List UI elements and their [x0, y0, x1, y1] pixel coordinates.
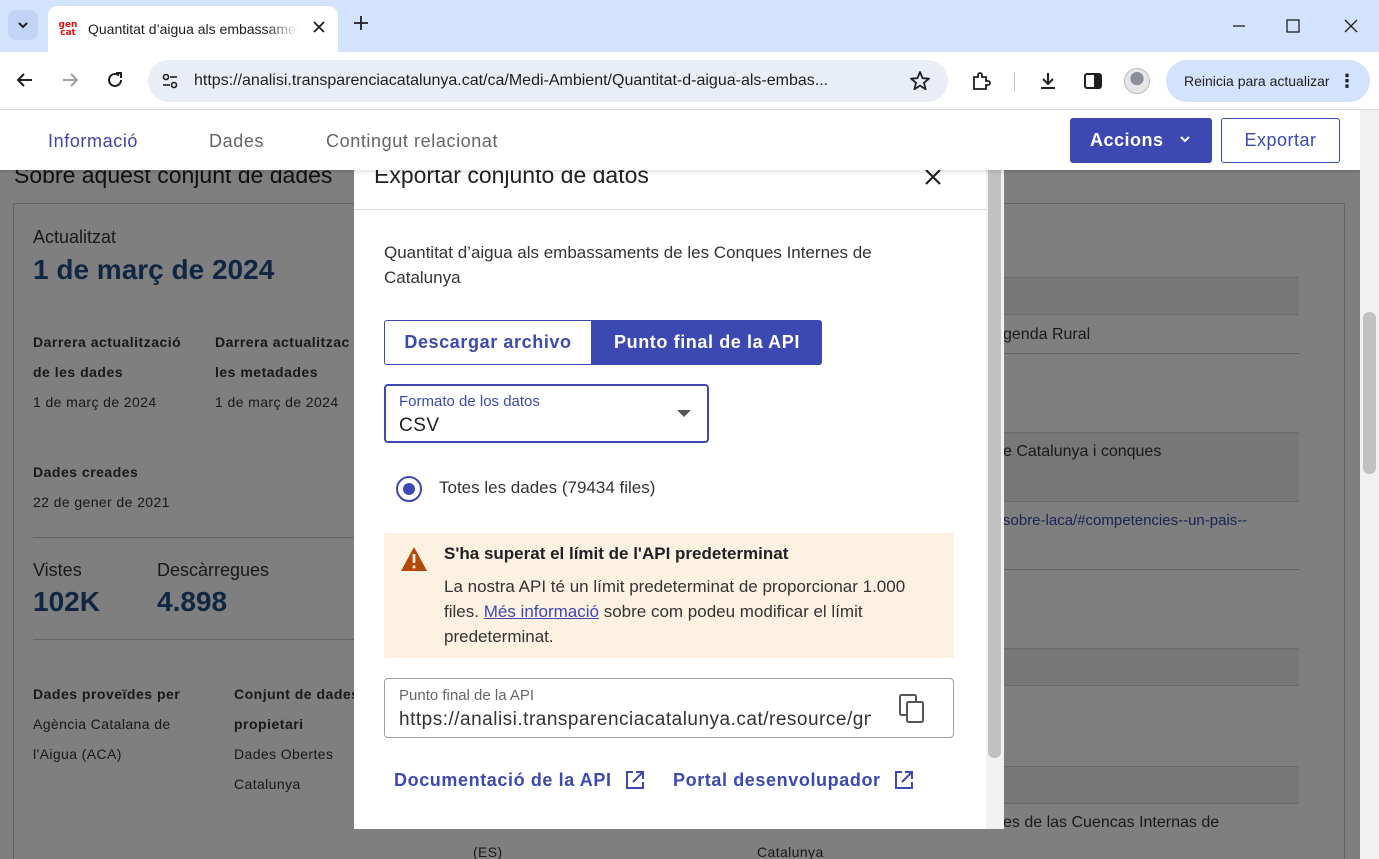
- api-endpoint-field[interactable]: Punto final de la API https://analisi.tr…: [384, 678, 954, 738]
- download-icon[interactable]: [1035, 68, 1061, 94]
- format-select[interactable]: Formato de los datos CSV: [384, 384, 709, 443]
- actions-button[interactable]: Accions: [1070, 118, 1212, 163]
- forward-icon: [63, 73, 79, 87]
- all-data-radio[interactable]: [396, 476, 422, 502]
- maximize-button[interactable]: [1278, 12, 1308, 40]
- browser-toolbar: https://analisi.transparenciacatalunya.c…: [0, 52, 1379, 110]
- extensions-icon[interactable]: [968, 68, 994, 94]
- update-label: Reinicia para actualizar: [1184, 73, 1330, 89]
- actions-label: Accions: [1090, 130, 1164, 150]
- chevron-down-icon: [18, 22, 28, 29]
- warning-title: S'ha superat el límit de l'API predeterm…: [444, 544, 789, 563]
- new-tab-button[interactable]: [352, 12, 370, 38]
- tab-title: Quantitat d’aigua als embassaments de le…: [88, 21, 298, 37]
- warning-icon: [401, 547, 427, 571]
- maximize-icon: [1286, 19, 1300, 33]
- toolbar-separator: [1014, 72, 1015, 92]
- page-viewport: Informació Dades Contingut relacionat Ac…: [0, 110, 1360, 859]
- close-icon: [313, 21, 325, 33]
- developer-portal-label: Portal desenvolupador: [673, 769, 881, 790]
- gencat-favicon-icon: gen cat: [58, 20, 78, 38]
- tab-search-button[interactable]: [8, 10, 38, 40]
- minimize-icon: [1233, 25, 1245, 27]
- reload-icon: [108, 72, 122, 87]
- format-value: CSV: [399, 415, 440, 436]
- format-label: Formato de los datos: [399, 393, 540, 410]
- site-settings-icon[interactable]: [160, 71, 180, 91]
- warning-body: La nostra API té un límit predeterminat …: [444, 574, 934, 649]
- address-bar[interactable]: https://analisi.transparenciacatalunya.c…: [148, 60, 948, 102]
- browser-tab[interactable]: gen cat Quantitat d’aigua als embassamen…: [48, 6, 338, 52]
- api-endpoint-label: Punto final de la API: [399, 687, 535, 704]
- sidepanel-icon[interactable]: [1080, 68, 1106, 94]
- update-browser-button[interactable]: Reinicia para actualizar ⋮: [1166, 60, 1370, 102]
- minimize-button[interactable]: [1224, 12, 1254, 40]
- chevron-down-icon: [1180, 136, 1190, 143]
- page-scrollbar-track[interactable]: [1360, 110, 1379, 859]
- tab-download-file[interactable]: Descargar archivo: [384, 320, 592, 365]
- copy-icon[interactable]: [897, 693, 927, 725]
- profile-avatar[interactable]: [1124, 68, 1150, 94]
- browser-tabbar: gen cat Quantitat d’aigua als embassamen…: [0, 0, 1379, 52]
- export-button[interactable]: Exportar: [1221, 118, 1340, 163]
- api-docs-link[interactable]: Documentació de la API: [394, 769, 646, 791]
- favicon-text-bottom: cat: [60, 28, 76, 38]
- api-endpoint-value[interactable]: https://analisi.transparenciacatalunya.c…: [399, 709, 871, 731]
- api-docs-label: Documentació de la API: [394, 769, 612, 790]
- page-scrollbar-thumb[interactable]: [1363, 312, 1376, 474]
- reload-button[interactable]: [102, 66, 128, 94]
- more-info-link[interactable]: Més informació: [484, 602, 599, 621]
- more-icon[interactable]: ⋮: [1338, 71, 1356, 91]
- dialog-divider: [354, 209, 986, 210]
- back-icon: [16, 73, 32, 87]
- dialog-scrollbar-thumb[interactable]: [988, 152, 1001, 758]
- url-text[interactable]: https://analisi.transparenciacatalunya.c…: [194, 72, 894, 90]
- forward-button[interactable]: [57, 66, 83, 94]
- nav-tab-informacio[interactable]: Informació: [48, 131, 138, 152]
- tab-api-endpoint[interactable]: Punto final de la API: [592, 320, 822, 365]
- export-dialog: Exportar conjunto de datos Quantitat d’a…: [354, 152, 1004, 829]
- nav-tab-dades[interactable]: Dades: [209, 131, 264, 152]
- external-link-icon: [625, 771, 644, 789]
- tab-close-button[interactable]: [312, 18, 326, 38]
- plus-icon: [354, 16, 368, 30]
- all-data-radio-label[interactable]: Totes les dades (79434 files): [439, 478, 655, 498]
- nav-tab-contingut-relacionat[interactable]: Contingut relacionat: [326, 131, 498, 152]
- dropdown-arrow-icon: [677, 410, 691, 417]
- page-navigation: Informació Dades Contingut relacionat Ac…: [0, 110, 1360, 170]
- back-button[interactable]: [12, 66, 38, 94]
- bookmark-star-icon[interactable]: [908, 69, 932, 93]
- close-window-button[interactable]: [1336, 12, 1366, 40]
- dataset-name: Quantitat d’aigua als embassaments de le…: [384, 243, 872, 287]
- developer-portal-link[interactable]: Portal desenvolupador: [673, 769, 915, 791]
- external-link-icon: [894, 771, 913, 789]
- close-icon: [1344, 19, 1358, 33]
- api-limit-warning: S'ha superat el límit de l'API predeterm…: [384, 533, 954, 658]
